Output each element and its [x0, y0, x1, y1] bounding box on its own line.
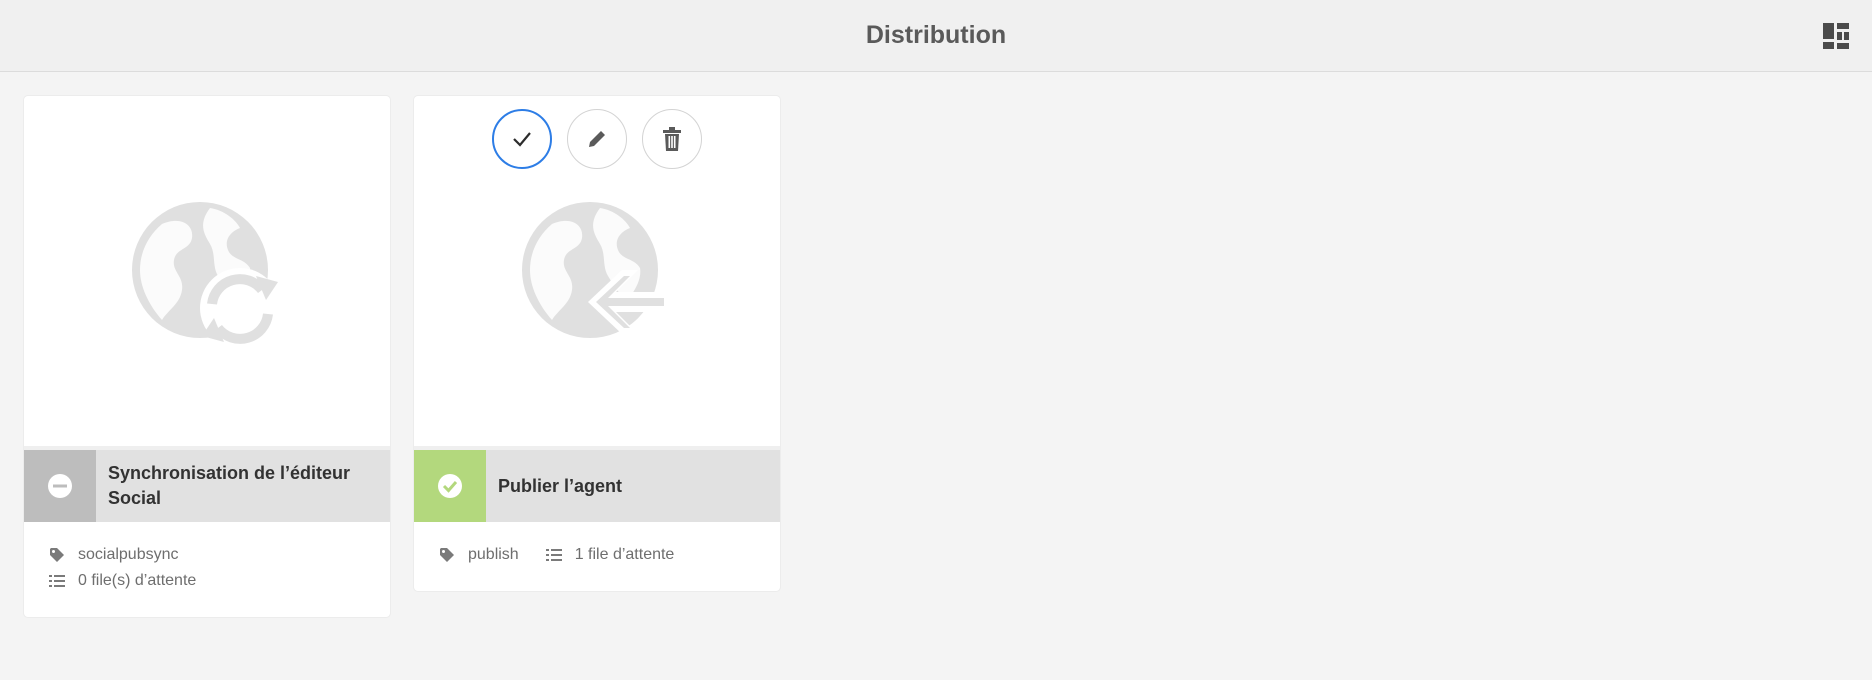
agent-card-socialpubsync[interactable]: Synchronisation de l’éditeur Social soci…: [24, 96, 390, 617]
card-view-icon[interactable]: [1822, 22, 1850, 50]
checkmark-icon: [513, 132, 531, 147]
list-icon: [545, 546, 563, 564]
globe-arrow-left-icon: [522, 202, 670, 338]
list-icon: [48, 572, 66, 590]
globe-sync-icon: [132, 202, 280, 348]
queue-info: 0 file(s) d’attente: [48, 572, 196, 590]
top-bar: Distribution: [0, 0, 1872, 72]
agent-meta: publish 1 file d’attente: [438, 546, 674, 564]
queue-label: 0 file(s) d’attente: [78, 572, 197, 589]
card-title: Synchronisation de l’éditeur Social: [108, 463, 351, 508]
pencil-icon: [589, 131, 605, 147]
delete-button[interactable]: [642, 109, 702, 169]
page-title: Distribution: [865, 21, 1007, 49]
minus-circle-icon: [48, 474, 72, 498]
agent-card-publish[interactable]: Publier l’agent publish 1 file d’attente: [414, 96, 780, 591]
select-button[interactable]: [492, 109, 552, 169]
tag-label: publish: [468, 546, 519, 563]
agent-tag: socialpubsync: [48, 546, 179, 564]
tag-icon: [48, 546, 66, 564]
edit-button[interactable]: [567, 109, 627, 169]
card-thumbnail: [24, 96, 390, 446]
status-active: [414, 450, 486, 522]
status-bar: Publier l’agent: [414, 446, 780, 522]
trash-icon: [663, 127, 681, 151]
status-inactive: [24, 450, 96, 522]
tag-label: socialpubsync: [78, 546, 179, 563]
tag-icon: [438, 546, 456, 564]
quick-actions: [414, 109, 780, 169]
card-thumbnail: [414, 96, 780, 446]
card-title: Publier l’agent: [498, 475, 623, 496]
status-bar: Synchronisation de l’éditeur Social: [24, 446, 390, 522]
check-circle-icon: [438, 474, 462, 498]
queue-label: 1 file d’attente: [574, 546, 675, 563]
